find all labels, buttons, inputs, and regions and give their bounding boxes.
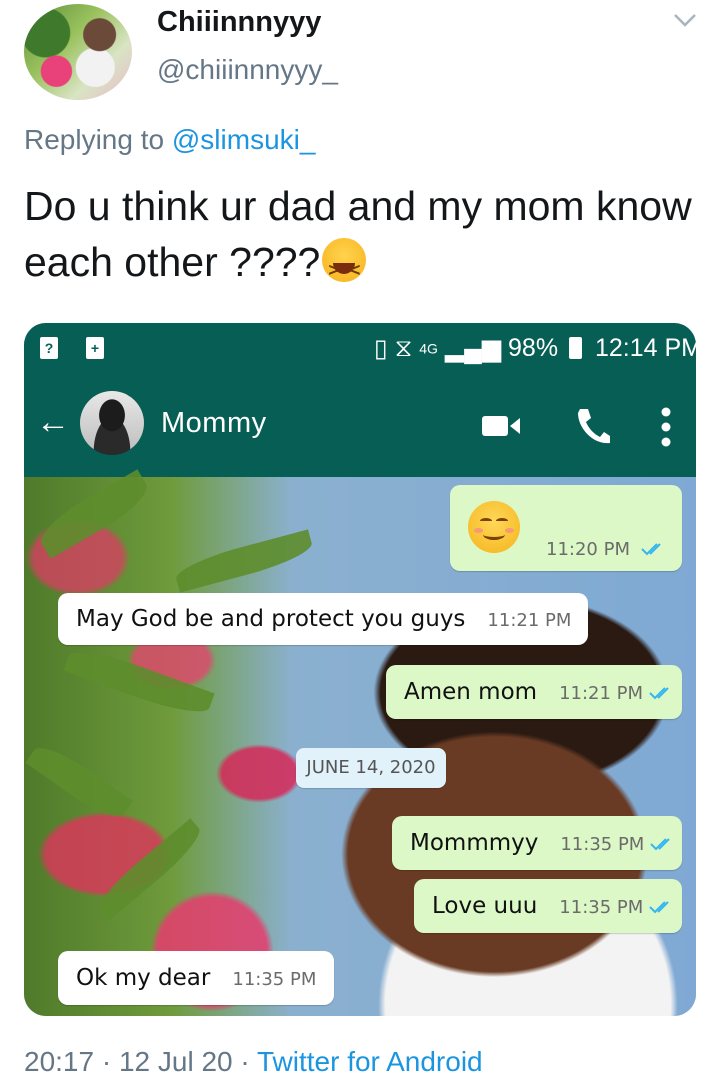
chat-header: ← Mommy [24,371,696,477]
vibrate-icon: ▯ [374,334,388,363]
author-avatar[interactable] [24,4,132,100]
tweet-metadata: 20:17 · 12 Jul 20 · Twitter for Android [24,1046,483,1078]
battery-saver-icon: + [86,337,104,359]
message-time: 11:21 PM [559,683,644,704]
laughing-emoji-icon [322,238,367,298]
tweet-text: Do u think ur dad and my mom know each o… [24,178,704,298]
battery-icon [569,337,583,360]
message-bubble-outgoing[interactable]: Mommmyy 11:35 PM [392,816,682,870]
message-text: May God be and protect you guys [76,606,466,632]
message-bubble-outgoing[interactable]: Love uuu 11:35 PM [414,879,682,933]
message-time: 11:35 PM [232,969,317,990]
voice-call-icon[interactable] [574,405,610,445]
wifi-icon: ⧖ [394,333,413,362]
message-bubble-incoming[interactable]: May God be and protect you guys 11:21 PM [58,593,588,645]
replying-prefix: Replying to [24,124,172,155]
attached-image[interactable]: ? + ▯ ⧖ 4G ▂▄▆ 98% 12:14 PM ← Mommy 11:2… [24,323,696,1016]
signal-icon: ▂▄▆ [444,334,502,363]
video-call-icon[interactable] [482,414,520,438]
message-time: 11:35 PM [559,897,644,918]
network-type: 4G [419,340,438,357]
message-text: Love uuu [432,893,538,919]
read-receipt-icon [641,543,661,556]
message-time: 11:20 PM [546,539,630,560]
message-text: Ok my dear [76,965,211,991]
message-text: Amen mom [404,679,538,705]
author-display-name[interactable]: Chiiinnnyyy [157,6,321,39]
replying-to: Replying to @slimsuki_ [24,124,315,156]
replying-to-mention[interactable]: @slimsuki_ [172,124,316,155]
more-options-icon[interactable] [660,407,672,447]
author-handle[interactable]: @chiiinnnyyy_ [157,54,338,86]
tweet-source[interactable]: Twitter for Android [257,1046,483,1077]
notification-icon: ? [40,337,58,359]
clock: 12:14 PM [594,333,696,362]
read-receipt-icon [650,838,671,851]
read-receipt-icon [649,687,669,700]
back-arrow-icon[interactable]: ← [36,405,70,439]
message-bubble-outgoing[interactable]: 11:20 PM [450,485,682,571]
contact-avatar[interactable] [80,391,144,455]
read-receipt-icon [649,901,669,914]
tweet-timestamp[interactable]: 20:17 · 12 Jul 20 · [24,1046,257,1077]
chevron-down-icon[interactable] [672,10,698,30]
status-bar: ? + ▯ ⧖ 4G ▂▄▆ 98% 12:14 PM [24,323,696,371]
message-bubble-outgoing[interactable]: Amen mom 11:21 PM [386,665,682,719]
message-text: Mommmyy [410,830,539,856]
message-time: 11:35 PM [560,834,645,855]
date-divider: JUNE 14, 2020 [296,748,446,788]
message-time: 11:21 PM [487,610,572,631]
contact-name[interactable]: Mommy [161,407,267,440]
battery-percent: 98% [508,333,559,362]
message-bubble-incoming[interactable]: Ok my dear 11:35 PM [58,951,334,1005]
smiling-face-emoji-icon [468,501,520,553]
status-bar-right: ▯ ⧖ 4G ▂▄▆ 98% 12:14 PM [374,333,696,363]
